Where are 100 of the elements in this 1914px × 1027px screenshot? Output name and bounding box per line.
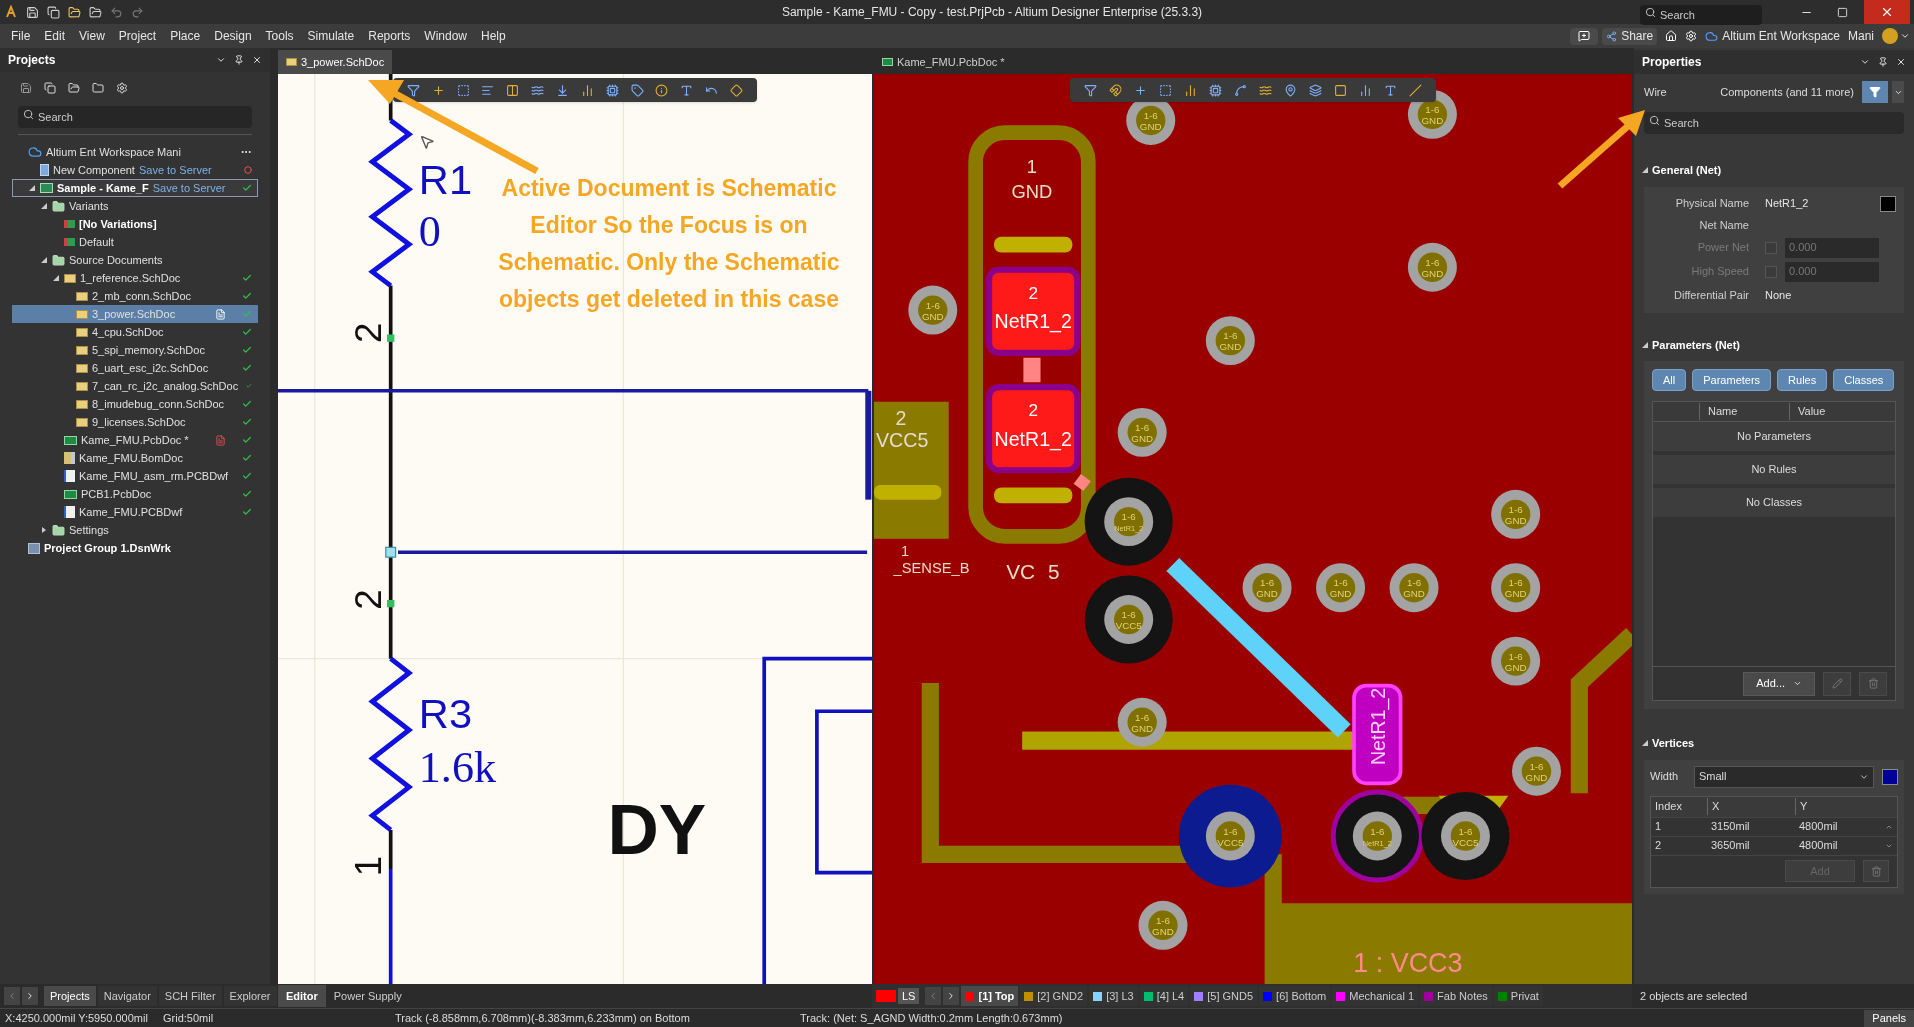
line-icon[interactable] [1409, 83, 1422, 97]
tree-item[interactable]: 6_uart_esc_i2c.SchDoc [12, 359, 258, 377]
panels-button[interactable]: Panels [1864, 1009, 1914, 1027]
menu-item[interactable]: File [4, 27, 38, 45]
panel-tab[interactable]: Navigator [97, 986, 157, 1006]
tree-item[interactable]: New Component Save to Server [12, 161, 258, 179]
tree-item[interactable]: Variants [12, 197, 258, 215]
server-link[interactable]: Save to Server [152, 179, 226, 197]
add-button[interactable]: Add... [1743, 671, 1815, 696]
tree-item[interactable]: 9_licenses.SchDoc [12, 413, 258, 431]
plus-icon[interactable] [431, 83, 445, 97]
layer-tab[interactable]: [5] GND5 [1190, 986, 1258, 1006]
chip-icon[interactable] [605, 83, 619, 97]
filter-tab[interactable]: All [1652, 369, 1687, 391]
filter-icon[interactable] [406, 83, 420, 97]
keepout-icon[interactable] [1334, 83, 1347, 97]
caret-icon[interactable] [1793, 679, 1802, 688]
workspace-name[interactable]: Altium Ent Workspace [1722, 27, 1840, 45]
scroll-right-button[interactable] [943, 987, 960, 1005]
open-folder-icon[interactable] [68, 5, 81, 19]
panel-menu-icon[interactable] [216, 55, 226, 65]
menu-item[interactable]: Design [207, 27, 259, 45]
collapse-arrow-icon[interactable] [41, 203, 47, 209]
tree-item[interactable]: Project Group 1.DsnWrk [12, 539, 258, 557]
align-icon[interactable] [481, 83, 495, 97]
scroll-right-button[interactable] [22, 987, 38, 1005]
selection-handle[interactable] [387, 334, 395, 342]
chat-icon[interactable] [1578, 30, 1591, 42]
layer-tab[interactable]: [4] L4 [1139, 986, 1189, 1006]
ground-icon[interactable] [556, 83, 569, 97]
collapse-arrow-icon[interactable] [1642, 740, 1648, 747]
filter-icon[interactable] [1084, 83, 1097, 97]
filter-tab[interactable]: Classes [1833, 369, 1895, 391]
panel-tab[interactable]: SCH Filter [158, 986, 222, 1006]
tree-item[interactable]: Source Documents [12, 251, 258, 269]
tree-item[interactable]: Settings [12, 521, 258, 539]
selection-icon[interactable] [1159, 83, 1172, 97]
tree-item[interactable]: 2_mb_conn.SchDoc [12, 287, 258, 305]
search-field[interactable]: Search [1640, 5, 1762, 25]
diamond-icon[interactable] [729, 83, 743, 97]
selection-handle[interactable] [387, 599, 395, 608]
dimension-icon[interactable] [1359, 83, 1372, 97]
redo-icon[interactable] [131, 5, 144, 19]
close-icon[interactable] [252, 55, 262, 65]
panel-tab[interactable]: Explorer [223, 986, 277, 1006]
collapse-arrow-icon[interactable] [1642, 341, 1648, 348]
restore-icon[interactable] [1837, 6, 1848, 18]
selection-handle[interactable] [385, 546, 397, 558]
selected-track[interactable] [1023, 357, 1041, 383]
panel-tab[interactable]: Projects [44, 986, 96, 1006]
pin-icon[interactable] [234, 55, 244, 65]
tree-item[interactable]: 1_reference.SchDoc [12, 269, 258, 287]
menu-item[interactable]: Tools [258, 27, 301, 45]
tree-item[interactable]: Kame_FMU.PCBDwf [12, 503, 258, 521]
align-icon[interactable] [1184, 83, 1197, 97]
tree-item[interactable]: 7_can_rc_i2c_analog.SchDoc [12, 377, 258, 395]
collapse-arrow-icon[interactable] [1642, 167, 1648, 174]
pin-icon[interactable] [1878, 57, 1888, 67]
tree-item[interactable]: 4_cpu.SchDoc [12, 323, 258, 341]
color-swatch[interactable] [1880, 195, 1896, 212]
color-swatch[interactable] [1882, 768, 1898, 785]
layer-tab[interactable]: [2] GND2 [1020, 986, 1088, 1006]
menu-item[interactable]: Place [163, 27, 208, 45]
tree-item[interactable]: 5_spi_memory.SchDoc [12, 341, 258, 359]
tree-item[interactable]: Kame_FMU.PcbDoc * [12, 431, 258, 449]
menu-item[interactable]: Edit [37, 27, 73, 45]
layer-tab[interactable]: Fab Notes [1420, 986, 1492, 1006]
menu-item[interactable]: Project [111, 27, 164, 45]
share-icon[interactable] [1606, 30, 1618, 42]
collapse-arrow-icon[interactable] [41, 257, 47, 263]
layer-tab[interactable]: [3] L3 [1089, 986, 1138, 1006]
pin-icon[interactable] [1284, 83, 1297, 97]
collapse-arrow-icon[interactable] [29, 185, 35, 191]
filter-tab[interactable]: Parameters [1692, 369, 1772, 391]
polygon-icon[interactable] [1309, 83, 1322, 97]
editor-tab[interactable]: Power Supply [325, 985, 410, 1007]
home-icon[interactable] [1665, 30, 1678, 42]
chip-icon[interactable] [1209, 83, 1222, 97]
part-icon[interactable] [506, 83, 520, 97]
caret-icon[interactable] [1900, 31, 1910, 41]
collapse-arrow-icon[interactable] [53, 275, 59, 281]
filter-button[interactable] [1862, 81, 1888, 103]
undo-icon[interactable] [110, 5, 123, 19]
layer-tab[interactable]: Mechanical 1 [1332, 986, 1419, 1006]
filter-tab[interactable]: Rules [1777, 369, 1828, 391]
menu-item[interactable]: Reports [361, 27, 418, 45]
menu-item[interactable]: View [72, 27, 112, 45]
copy-icon[interactable] [44, 82, 56, 94]
plus-icon[interactable] [1134, 83, 1147, 97]
chat-button[interactable] [1570, 27, 1599, 45]
bus-icon[interactable] [580, 83, 594, 97]
tree-item[interactable]: Default [12, 233, 258, 251]
save-icon[interactable] [26, 5, 39, 19]
editor-tab[interactable]: Editor [278, 985, 326, 1007]
expand-arrow-icon[interactable] [41, 527, 47, 533]
open-folder-icon[interactable] [68, 82, 80, 94]
text-icon[interactable] [1384, 83, 1397, 97]
menu-item[interactable]: Simulate [300, 27, 362, 45]
close-icon[interactable] [1896, 57, 1906, 67]
info-icon[interactable] [655, 83, 669, 97]
